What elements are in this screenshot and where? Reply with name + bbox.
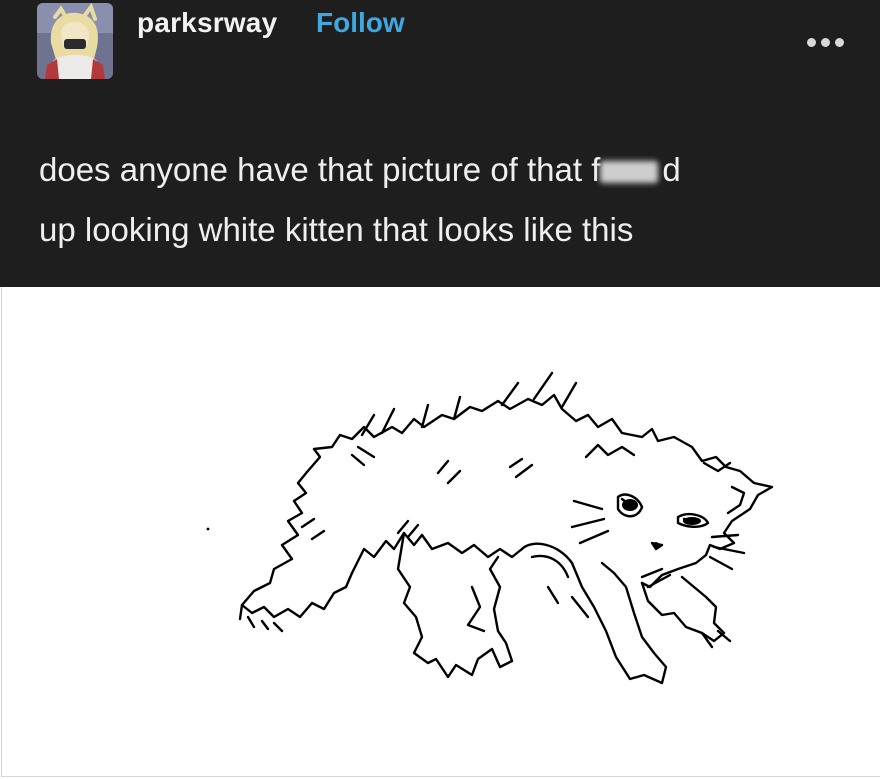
follow-button[interactable]: Follow	[316, 7, 405, 39]
post-text-line-1: does anyone have that picture of that f d	[39, 140, 859, 200]
author-username[interactable]: parksrway	[137, 7, 277, 39]
cat-drawing-icon	[206, 371, 774, 685]
post-header: parksrway Follow does anyone have that p…	[0, 0, 880, 287]
post-text-line-1-start: does anyone have that picture of that f	[39, 151, 601, 188]
censor-blur	[600, 161, 659, 184]
more-dot-icon	[834, 37, 844, 47]
post-text: does anyone have that picture of that fd…	[39, 140, 859, 260]
tumblr-post: parksrway Follow does anyone have that p…	[0, 0, 880, 779]
post-text-line-1-end: d	[662, 151, 681, 188]
author-avatar[interactable]	[37, 3, 113, 79]
avatar-illustration-icon	[37, 3, 113, 79]
more-dot-icon	[806, 37, 816, 47]
post-image[interactable]	[1, 287, 880, 777]
post-text-line-2: up looking white kitten that looks like …	[39, 211, 634, 248]
more-dot-icon	[820, 37, 830, 47]
more-options-button[interactable]	[800, 30, 850, 54]
